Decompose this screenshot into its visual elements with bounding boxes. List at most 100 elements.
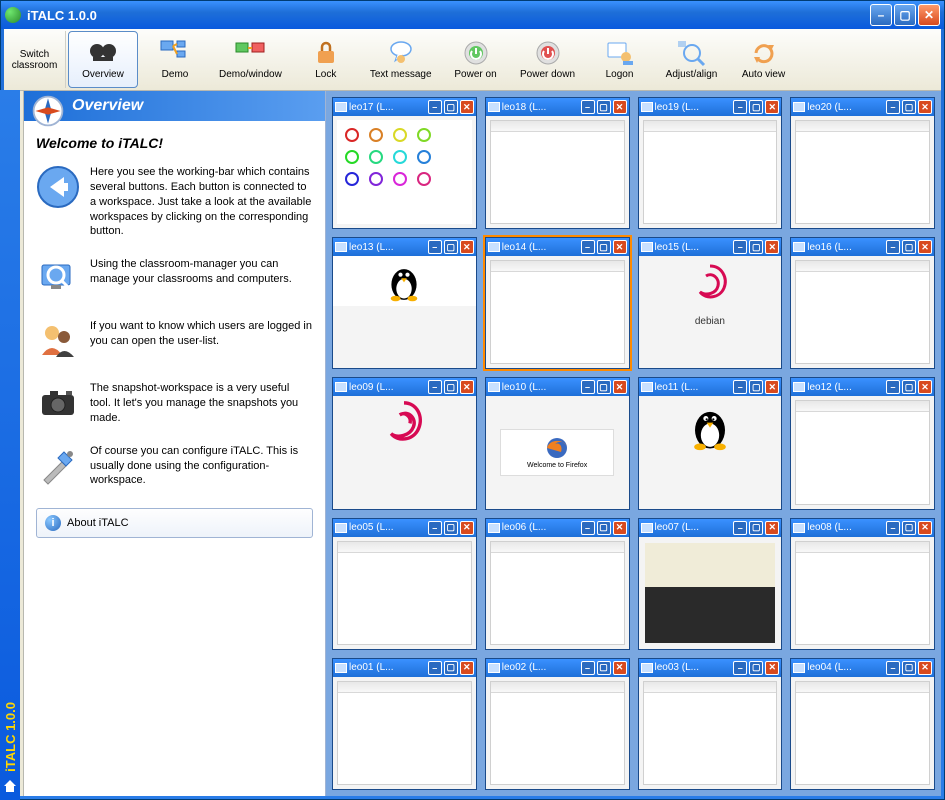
- client-close-button[interactable]: ✕: [460, 661, 474, 675]
- client-minimize-button[interactable]: –: [733, 521, 747, 535]
- toolbar-demo-button[interactable]: Demo: [140, 31, 210, 88]
- client-titlebar[interactable]: leo06 (L...–▢✕: [486, 519, 629, 537]
- client-titlebar[interactable]: leo08 (L...–▢✕: [791, 519, 934, 537]
- client-maximize-button[interactable]: ▢: [597, 240, 611, 254]
- toolbar-logon-button[interactable]: Logon: [585, 31, 655, 88]
- client-minimize-button[interactable]: –: [733, 100, 747, 114]
- client-maximize-button[interactable]: ▢: [444, 661, 458, 675]
- client-titlebar[interactable]: leo17 (L...–▢✕: [333, 98, 476, 116]
- client-minimize-button[interactable]: –: [581, 380, 595, 394]
- client-thumbnail[interactable]: leo15 (L...–▢✕debian: [638, 237, 783, 369]
- client-minimize-button[interactable]: –: [733, 661, 747, 675]
- titlebar[interactable]: iTALC 1.0.0 – ▢ ✕: [1, 1, 944, 29]
- client-thumbnail[interactable]: leo04 (L...–▢✕: [790, 658, 935, 790]
- client-close-button[interactable]: ✕: [765, 521, 779, 535]
- maximize-button[interactable]: ▢: [894, 4, 916, 26]
- client-minimize-button[interactable]: –: [428, 521, 442, 535]
- client-thumbnail[interactable]: leo10 (L...–▢✕Welcome to Firefox: [485, 377, 630, 509]
- client-close-button[interactable]: ✕: [918, 240, 932, 254]
- client-maximize-button[interactable]: ▢: [902, 380, 916, 394]
- client-maximize-button[interactable]: ▢: [597, 380, 611, 394]
- about-italc-button[interactable]: i About iTALC: [36, 508, 313, 538]
- client-close-button[interactable]: ✕: [765, 100, 779, 114]
- client-minimize-button[interactable]: –: [428, 661, 442, 675]
- client-thumbnail[interactable]: leo06 (L...–▢✕: [485, 518, 630, 650]
- client-close-button[interactable]: ✕: [765, 380, 779, 394]
- client-maximize-button[interactable]: ▢: [444, 380, 458, 394]
- client-titlebar[interactable]: leo04 (L...–▢✕: [791, 659, 934, 677]
- client-maximize-button[interactable]: ▢: [597, 521, 611, 535]
- client-titlebar[interactable]: leo13 (L...–▢✕: [333, 238, 476, 256]
- client-minimize-button[interactable]: –: [428, 240, 442, 254]
- client-maximize-button[interactable]: ▢: [444, 240, 458, 254]
- toolbar-text-message-button[interactable]: Text message: [363, 31, 439, 88]
- client-maximize-button[interactable]: ▢: [902, 240, 916, 254]
- client-titlebar[interactable]: leo14 (L...–▢✕: [486, 238, 629, 256]
- client-minimize-button[interactable]: –: [886, 521, 900, 535]
- client-thumbnail[interactable]: leo19 (L...–▢✕: [638, 97, 783, 229]
- client-titlebar[interactable]: leo02 (L...–▢✕: [486, 659, 629, 677]
- client-thumbnail[interactable]: leo16 (L...–▢✕: [790, 237, 935, 369]
- client-maximize-button[interactable]: ▢: [597, 661, 611, 675]
- client-minimize-button[interactable]: –: [581, 661, 595, 675]
- client-titlebar[interactable]: leo16 (L...–▢✕: [791, 238, 934, 256]
- client-thumbnail[interactable]: leo20 (L...–▢✕: [790, 97, 935, 229]
- minimize-button[interactable]: –: [870, 4, 892, 26]
- client-minimize-button[interactable]: –: [886, 380, 900, 394]
- client-thumbnail[interactable]: leo09 (L...–▢✕: [332, 377, 477, 509]
- client-maximize-button[interactable]: ▢: [444, 521, 458, 535]
- client-maximize-button[interactable]: ▢: [444, 100, 458, 114]
- client-close-button[interactable]: ✕: [918, 380, 932, 394]
- toolbar-power-down-button[interactable]: Power down: [513, 31, 583, 88]
- client-minimize-button[interactable]: –: [428, 100, 442, 114]
- client-minimize-button[interactable]: –: [733, 380, 747, 394]
- client-thumbnail[interactable]: leo17 (L...–▢✕: [332, 97, 477, 229]
- client-maximize-button[interactable]: ▢: [902, 661, 916, 675]
- client-thumbnail[interactable]: leo03 (L...–▢✕: [638, 658, 783, 790]
- client-minimize-button[interactable]: –: [581, 100, 595, 114]
- client-maximize-button[interactable]: ▢: [597, 100, 611, 114]
- client-maximize-button[interactable]: ▢: [749, 521, 763, 535]
- client-minimize-button[interactable]: –: [886, 100, 900, 114]
- client-close-button[interactable]: ✕: [613, 661, 627, 675]
- client-titlebar[interactable]: leo11 (L...–▢✕: [639, 378, 782, 396]
- switch-classroom-button[interactable]: Switch classroom: [8, 31, 66, 88]
- client-close-button[interactable]: ✕: [460, 240, 474, 254]
- client-close-button[interactable]: ✕: [613, 240, 627, 254]
- toolbar-power-on-button[interactable]: Power on: [441, 31, 511, 88]
- close-button[interactable]: ✕: [918, 4, 940, 26]
- client-minimize-button[interactable]: –: [581, 521, 595, 535]
- client-maximize-button[interactable]: ▢: [902, 521, 916, 535]
- client-close-button[interactable]: ✕: [613, 521, 627, 535]
- client-thumbnail[interactable]: leo05 (L...–▢✕: [332, 518, 477, 650]
- client-close-button[interactable]: ✕: [765, 240, 779, 254]
- client-titlebar[interactable]: leo10 (L...–▢✕: [486, 378, 629, 396]
- client-maximize-button[interactable]: ▢: [749, 240, 763, 254]
- client-titlebar[interactable]: leo05 (L...–▢✕: [333, 519, 476, 537]
- client-titlebar[interactable]: leo01 (L...–▢✕: [333, 659, 476, 677]
- client-close-button[interactable]: ✕: [918, 661, 932, 675]
- client-maximize-button[interactable]: ▢: [749, 100, 763, 114]
- client-maximize-button[interactable]: ▢: [749, 380, 763, 394]
- client-titlebar[interactable]: leo19 (L...–▢✕: [639, 98, 782, 116]
- client-thumbnail[interactable]: leo08 (L...–▢✕: [790, 518, 935, 650]
- client-thumbnail[interactable]: leo12 (L...–▢✕: [790, 377, 935, 509]
- client-maximize-button[interactable]: ▢: [749, 661, 763, 675]
- client-thumbnail[interactable]: leo01 (L...–▢✕: [332, 658, 477, 790]
- client-titlebar[interactable]: leo12 (L...–▢✕: [791, 378, 934, 396]
- client-thumbnail[interactable]: leo07 (L...–▢✕: [638, 518, 783, 650]
- client-close-button[interactable]: ✕: [460, 380, 474, 394]
- client-close-button[interactable]: ✕: [765, 661, 779, 675]
- client-titlebar[interactable]: leo09 (L...–▢✕: [333, 378, 476, 396]
- client-thumbnail[interactable]: leo13 (L...–▢✕: [332, 237, 477, 369]
- client-titlebar[interactable]: leo07 (L...–▢✕: [639, 519, 782, 537]
- toolbar-adjust-button[interactable]: Adjust/align: [657, 31, 727, 88]
- client-minimize-button[interactable]: –: [886, 661, 900, 675]
- client-minimize-button[interactable]: –: [428, 380, 442, 394]
- client-thumbnail[interactable]: leo02 (L...–▢✕: [485, 658, 630, 790]
- client-thumbnail[interactable]: leo18 (L...–▢✕: [485, 97, 630, 229]
- client-titlebar[interactable]: leo03 (L...–▢✕: [639, 659, 782, 677]
- client-close-button[interactable]: ✕: [918, 100, 932, 114]
- client-minimize-button[interactable]: –: [886, 240, 900, 254]
- client-close-button[interactable]: ✕: [613, 380, 627, 394]
